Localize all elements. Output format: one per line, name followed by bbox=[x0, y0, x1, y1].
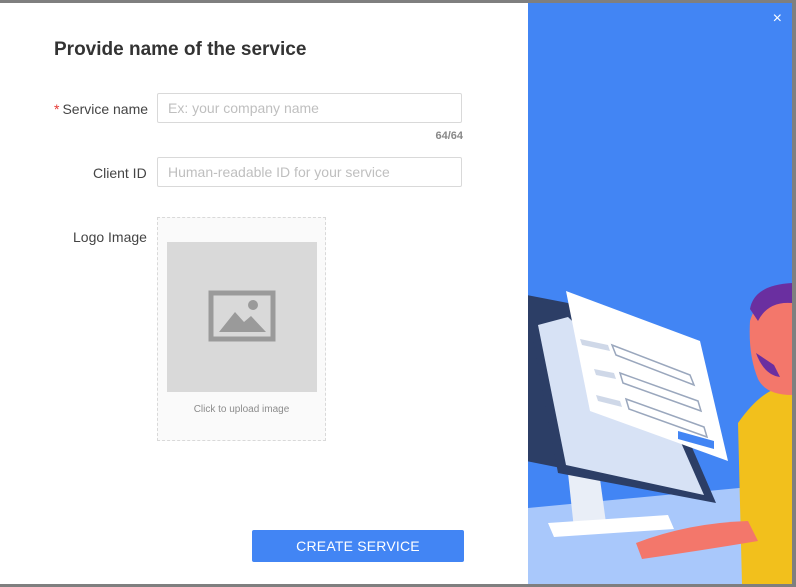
close-icon[interactable]: × bbox=[773, 11, 782, 27]
dialog-title: Provide name of the service bbox=[54, 39, 307, 60]
illustration-person-at-computer bbox=[528, 283, 792, 584]
create-service-button[interactable]: CREATE SERVICE bbox=[252, 530, 464, 562]
upload-preview bbox=[167, 242, 317, 392]
upload-hint: Click to upload image bbox=[193, 404, 290, 415]
service-name-label-text: Service name bbox=[62, 101, 149, 117]
service-name-input[interactable] bbox=[157, 93, 462, 123]
create-service-dialog: Provide name of the service * Service nam… bbox=[0, 3, 792, 584]
logo-image-label: Logo Image bbox=[73, 229, 147, 245]
character-counter: 64/64 bbox=[435, 130, 463, 142]
client-id-label: Client ID bbox=[93, 165, 147, 181]
client-id-input[interactable] bbox=[157, 157, 462, 187]
logo-upload-area[interactable]: Click to upload image bbox=[157, 217, 326, 441]
required-marker: * bbox=[54, 101, 60, 117]
image-placeholder-icon bbox=[208, 290, 276, 342]
form-panel: Provide name of the service * Service nam… bbox=[0, 3, 528, 584]
service-name-label: * Service name bbox=[54, 101, 148, 117]
illustration-panel: × bbox=[528, 3, 792, 584]
